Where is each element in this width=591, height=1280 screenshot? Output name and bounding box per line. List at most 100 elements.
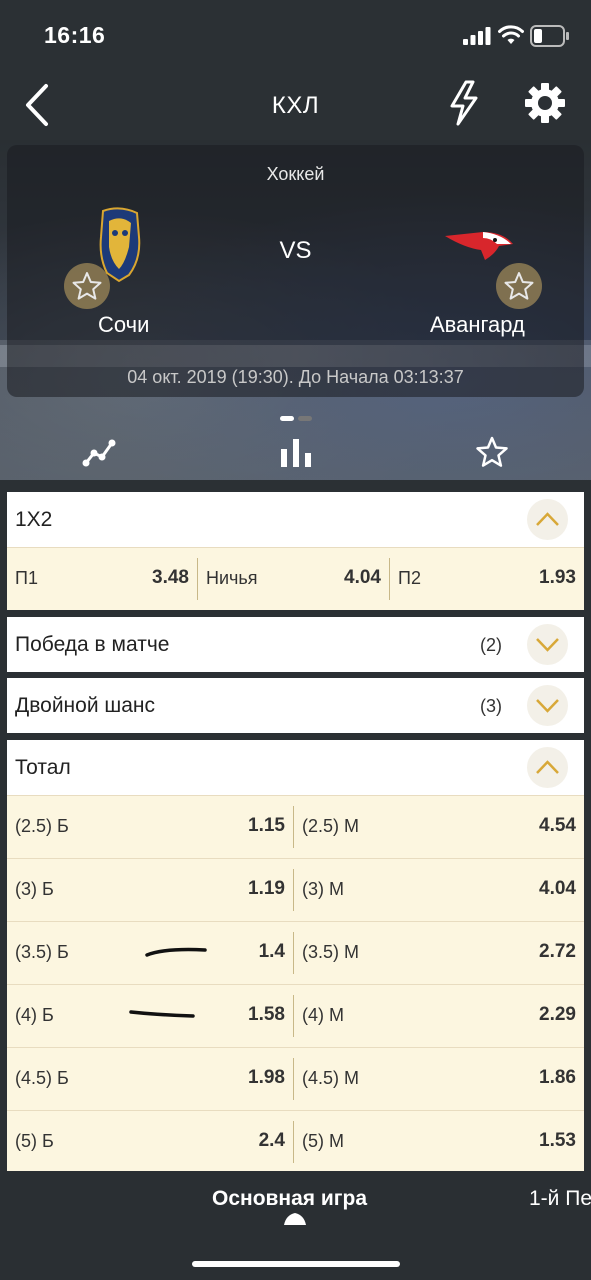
- odd-label: (4) Б: [15, 1005, 54, 1025]
- market-match-winner: Победа в матче (2): [7, 617, 584, 672]
- chevron-down-icon: [536, 699, 559, 713]
- lightning-icon[interactable]: [446, 80, 482, 126]
- market-header[interactable]: Тотал: [7, 740, 584, 795]
- chevron-up-icon: [536, 760, 559, 774]
- home-indicator: [192, 1261, 400, 1267]
- team2-logo: [445, 232, 513, 260]
- odd-label: (5) М: [302, 1131, 344, 1151]
- chevron-up-icon: [536, 512, 559, 526]
- carousel-page-indicator: [278, 408, 314, 426]
- odd-under[interactable]: (3) М 4.04: [294, 859, 584, 921]
- market-title: Тотал: [15, 756, 71, 779]
- odd-under[interactable]: (2.5) М 4.54: [294, 796, 584, 858]
- team1-favorite-star-icon[interactable]: [63, 262, 111, 310]
- page-dot-active: [280, 416, 294, 421]
- odd-over[interactable]: (2.5) Б 1.15: [7, 796, 293, 858]
- sport-name: Хоккей: [266, 164, 325, 184]
- market-header[interactable]: 1X2: [7, 492, 584, 547]
- odd-value: 2.72: [539, 941, 576, 962]
- collapse-button[interactable]: [527, 747, 568, 788]
- tab-first-period[interactable]: 1-й Пе: [529, 1187, 591, 1211]
- odd-under[interactable]: (4) М 2.29: [294, 985, 584, 1047]
- odd-value: 4.04: [539, 878, 576, 899]
- market-1x2: 1X2 П1 3.48 Ничья 4.04 П2 1.93: [7, 492, 584, 610]
- market-count: (3): [480, 696, 502, 716]
- active-tab-indicator: [284, 1213, 306, 1225]
- odd-label: (5) Б: [15, 1131, 54, 1151]
- team2-name: Авангард: [430, 312, 525, 337]
- wifi-icon: [498, 25, 524, 44]
- odd-over[interactable]: (4) Б 1.58: [7, 985, 293, 1047]
- odd-label: П2: [398, 568, 421, 588]
- page-title: КХЛ: [271, 92, 320, 119]
- status-time: 16:16: [44, 22, 106, 48]
- navigation-bar: КХЛ: [0, 70, 591, 140]
- total-row: (3.5) Б 1.4 (3.5) М 2.72: [7, 921, 584, 984]
- odd-value: 4.54: [539, 815, 576, 836]
- odd-value: 1.53: [539, 1130, 576, 1151]
- odd-over[interactable]: (4.5) Б 1.98: [7, 1048, 293, 1110]
- battery-icon: [530, 25, 569, 47]
- odd-over[interactable]: (3.5) Б 1.4: [7, 922, 293, 984]
- odd-p1[interactable]: П1 3.48: [7, 548, 197, 610]
- odd-label: (3) М: [302, 879, 344, 899]
- odd-label: (2.5) Б: [15, 816, 69, 836]
- odd-value: 1.86: [539, 1067, 576, 1088]
- odd-over[interactable]: (3) Б 1.19: [7, 859, 293, 921]
- market-title: 1X2: [15, 508, 53, 531]
- odd-under[interactable]: (4.5) М 1.86: [294, 1048, 584, 1110]
- odd-draw[interactable]: Ничья 4.04: [198, 548, 389, 610]
- total-row: (2.5) Б 1.15 (2.5) М 4.54: [7, 795, 584, 858]
- odd-value: 1.4: [258, 941, 285, 962]
- chart-line-icon[interactable]: [82, 437, 116, 469]
- odd-label: (3.5) М: [302, 942, 360, 962]
- odd-over[interactable]: (5) Б 2.4: [7, 1111, 293, 1173]
- total-row: (4) Б 1.58 (4) М 2.29: [7, 984, 584, 1047]
- market-header[interactable]: Победа в матче (2): [7, 617, 584, 672]
- odd-label: (3) Б: [15, 879, 54, 899]
- handwritten-mark: [129, 1010, 195, 1018]
- period-tabs: Основная игра 1-й Пе: [0, 1171, 591, 1280]
- event-hero: Хоккей VS Сочи Авангард 04 окт. 2019 (19…: [0, 140, 591, 480]
- star-icon[interactable]: [475, 436, 509, 468]
- gear-icon[interactable]: [524, 82, 566, 124]
- market-title: Победа в матче: [15, 633, 170, 656]
- expand-button[interactable]: [527, 624, 568, 665]
- odd-p2[interactable]: П2 1.93: [390, 548, 584, 610]
- odd-value: 1.15: [248, 815, 285, 836]
- odd-value: 1.19: [248, 878, 285, 899]
- bar-chart-icon[interactable]: [279, 437, 313, 469]
- market-count: (2): [480, 635, 502, 655]
- tab-main-game[interactable]: Основная игра: [212, 1187, 367, 1211]
- event-card: Хоккей VS Сочи Авангард 04 окт. 2019 (19…: [7, 145, 584, 397]
- collapse-button[interactable]: [527, 499, 568, 540]
- odd-value: 3.48: [152, 567, 189, 588]
- page-dot: [298, 416, 312, 421]
- odd-label: (4.5) М: [302, 1068, 360, 1088]
- odd-value: 2.29: [539, 1004, 576, 1025]
- market-header[interactable]: Двойной шанс (3): [7, 678, 584, 733]
- total-row: (5) Б 2.4 (5) М 1.53: [7, 1110, 584, 1173]
- odd-label: Ничья: [206, 568, 258, 588]
- odd-value: 2.4: [258, 1130, 285, 1151]
- odd-label: (4) М: [302, 1005, 344, 1025]
- odd-value: 1.58: [248, 1004, 285, 1025]
- total-row: (3) Б 1.19 (3) М 4.04: [7, 858, 584, 921]
- odd-label: (3.5) Б: [15, 942, 69, 962]
- signal-icon: [463, 27, 491, 45]
- market-total: Тотал (2.5) Б 1.15 (2.5) М 4.54 (3) Б 1.…: [7, 740, 584, 1173]
- market-title: Двойной шанс: [15, 694, 156, 717]
- team2-favorite-star-icon[interactable]: [495, 262, 543, 310]
- odd-under[interactable]: (3.5) М 2.72: [294, 922, 584, 984]
- odd-value: 4.04: [344, 567, 381, 588]
- odds-row: П1 3.48 Ничья 4.04 П2 1.93: [7, 547, 584, 610]
- odd-label: (2.5) М: [302, 816, 360, 836]
- odd-value: 1.98: [248, 1067, 285, 1088]
- expand-button[interactable]: [527, 685, 568, 726]
- chevron-down-icon: [536, 638, 559, 652]
- handwritten-mark: [145, 947, 207, 957]
- total-row: (4.5) Б 1.98 (4.5) М 1.86: [7, 1047, 584, 1110]
- odd-value: 1.93: [539, 567, 576, 588]
- odd-under[interactable]: (5) М 1.53: [294, 1111, 584, 1173]
- team1-name: Сочи: [98, 312, 150, 337]
